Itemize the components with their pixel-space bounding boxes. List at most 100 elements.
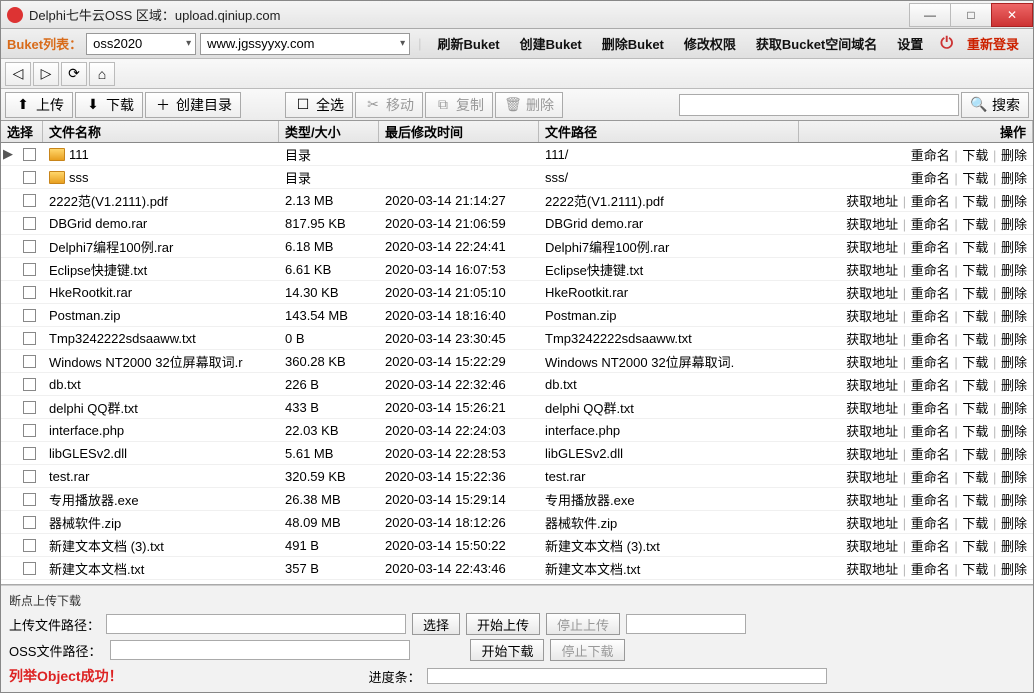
op-rename[interactable]: 重命名: [911, 493, 950, 508]
row-checkbox-cell[interactable]: [15, 470, 43, 483]
op-delete[interactable]: 删除: [1001, 263, 1027, 278]
op-download[interactable]: 下载: [962, 263, 988, 278]
table-row[interactable]: 新建文本文档.txt357 B2020-03-14 22:43:46新建文本文档…: [1, 557, 1033, 580]
row-checkbox-cell[interactable]: [15, 378, 43, 391]
op-delete[interactable]: 删除: [1001, 240, 1027, 255]
bucket-select[interactable]: oss2020: [86, 33, 196, 55]
op-geturl[interactable]: 获取地址: [846, 217, 898, 232]
table-row[interactable]: 2222范(V1.2111).pdf2.13 MB2020-03-14 21:1…: [1, 189, 1033, 212]
checkbox[interactable]: [23, 424, 36, 437]
op-rename[interactable]: 重命名: [911, 263, 950, 278]
row-checkbox-cell[interactable]: [15, 309, 43, 322]
op-delete[interactable]: 删除: [1001, 286, 1027, 301]
op-delete[interactable]: 删除: [1001, 217, 1027, 232]
table-row[interactable]: Postman.zip143.54 MB2020-03-14 18:16:40P…: [1, 304, 1033, 327]
start-download-button[interactable]: 开始下载: [470, 639, 544, 661]
checkbox[interactable]: [23, 447, 36, 460]
create-bucket-button[interactable]: 创建Buket: [512, 34, 590, 53]
refresh-button[interactable]: ⟳: [61, 62, 87, 86]
op-download[interactable]: 下载: [962, 309, 988, 324]
get-bucket-domain-button[interactable]: 获取Bucket空间域名: [748, 34, 885, 53]
checkbox[interactable]: [23, 355, 36, 368]
op-download[interactable]: 下载: [962, 332, 988, 347]
row-checkbox-cell[interactable]: [15, 286, 43, 299]
relogin-button[interactable]: 重新登录: [959, 34, 1027, 53]
row-checkbox-cell[interactable]: [15, 516, 43, 529]
op-delete[interactable]: 删除: [1001, 148, 1027, 163]
op-download[interactable]: 下载: [962, 401, 988, 416]
start-upload-button[interactable]: 开始上传: [466, 613, 540, 635]
checkbox[interactable]: [23, 263, 36, 276]
op-rename[interactable]: 重命名: [911, 217, 950, 232]
op-download[interactable]: 下载: [962, 355, 988, 370]
row-checkbox-cell[interactable]: [15, 493, 43, 506]
op-rename[interactable]: 重命名: [911, 447, 950, 462]
table-row[interactable]: 器械软件.zip48.09 MB2020-03-14 18:12:26器械软件.…: [1, 511, 1033, 534]
upload-extra-input[interactable]: [626, 614, 746, 634]
minimize-button[interactable]: —: [909, 3, 951, 27]
table-row[interactable]: Delphi7编程100例.rar6.18 MB2020-03-14 22:24…: [1, 235, 1033, 258]
checkbox[interactable]: [23, 286, 36, 299]
op-download[interactable]: 下载: [962, 539, 988, 554]
op-geturl[interactable]: 获取地址: [846, 539, 898, 554]
close-button[interactable]: ✕: [991, 3, 1033, 27]
op-geturl[interactable]: 获取地址: [846, 470, 898, 485]
col-ops[interactable]: 操作: [799, 121, 1033, 142]
op-rename[interactable]: 重命名: [911, 240, 950, 255]
checkbox[interactable]: [23, 378, 36, 391]
col-name[interactable]: 文件名称: [43, 121, 279, 142]
op-delete[interactable]: 删除: [1001, 309, 1027, 324]
upload-path-input[interactable]: [106, 614, 406, 634]
col-path[interactable]: 文件路径: [539, 121, 799, 142]
move-button[interactable]: ✂移动: [355, 92, 423, 118]
op-rename[interactable]: 重命名: [911, 148, 950, 163]
checkbox[interactable]: [23, 309, 36, 322]
col-size[interactable]: 类型/大小: [279, 121, 379, 142]
download-button[interactable]: ⬇下载: [75, 92, 143, 118]
op-geturl[interactable]: 获取地址: [846, 263, 898, 278]
checkbox[interactable]: [23, 562, 36, 575]
table-row[interactable]: HkeRootkit.rar14.30 KB2020-03-14 21:05:1…: [1, 281, 1033, 304]
op-delete[interactable]: 删除: [1001, 171, 1027, 186]
op-rename[interactable]: 重命名: [911, 286, 950, 301]
table-row[interactable]: Windows NT2000 32位屏幕取词.r360.28 KB2020-03…: [1, 350, 1033, 373]
checkbox[interactable]: [23, 240, 36, 253]
checkbox[interactable]: [23, 194, 36, 207]
op-download[interactable]: 下载: [962, 171, 988, 186]
table-row[interactable]: 新建文本文档 (3).txt491 B2020-03-14 15:50:22新建…: [1, 534, 1033, 557]
op-delete[interactable]: 删除: [1001, 194, 1027, 209]
op-download[interactable]: 下载: [962, 194, 988, 209]
row-checkbox-cell[interactable]: [15, 217, 43, 230]
op-download[interactable]: 下载: [962, 562, 988, 577]
op-geturl[interactable]: 获取地址: [846, 286, 898, 301]
table-row[interactable]: interface.php22.03 KB2020-03-14 22:24:03…: [1, 419, 1033, 442]
settings-button[interactable]: 设置: [889, 34, 931, 53]
forward-button[interactable]: ▷: [33, 62, 59, 86]
checkbox[interactable]: [23, 539, 36, 552]
row-checkbox-cell[interactable]: [15, 263, 43, 276]
checkbox[interactable]: [23, 401, 36, 414]
op-geturl[interactable]: 获取地址: [846, 378, 898, 393]
op-download[interactable]: 下载: [962, 240, 988, 255]
back-button[interactable]: ◁: [5, 62, 31, 86]
op-download[interactable]: 下载: [962, 148, 988, 163]
op-rename[interactable]: 重命名: [911, 332, 950, 347]
op-download[interactable]: 下载: [962, 470, 988, 485]
row-checkbox-cell[interactable]: [15, 148, 43, 161]
op-geturl[interactable]: 获取地址: [846, 401, 898, 416]
op-download[interactable]: 下载: [962, 493, 988, 508]
delete-bucket-button[interactable]: 删除Buket: [594, 34, 672, 53]
modify-permission-button[interactable]: 修改权限: [676, 34, 744, 53]
checkbox[interactable]: [23, 171, 36, 184]
op-rename[interactable]: 重命名: [911, 171, 950, 186]
table-row[interactable]: 专用播放器.exe26.38 MB2020-03-14 15:29:14专用播放…: [1, 488, 1033, 511]
row-checkbox-cell[interactable]: [15, 424, 43, 437]
domain-select[interactable]: www.jgssyyxy.com: [200, 33, 410, 55]
stop-download-button[interactable]: 停止下载: [550, 639, 624, 661]
row-checkbox-cell[interactable]: [15, 447, 43, 460]
col-select[interactable]: 选择: [1, 121, 43, 142]
copy-button[interactable]: ⧉复制: [425, 92, 493, 118]
op-rename[interactable]: 重命名: [911, 401, 950, 416]
table-row[interactable]: Eclipse快捷键.txt6.61 KB2020-03-14 16:07:53…: [1, 258, 1033, 281]
op-geturl[interactable]: 获取地址: [846, 516, 898, 531]
